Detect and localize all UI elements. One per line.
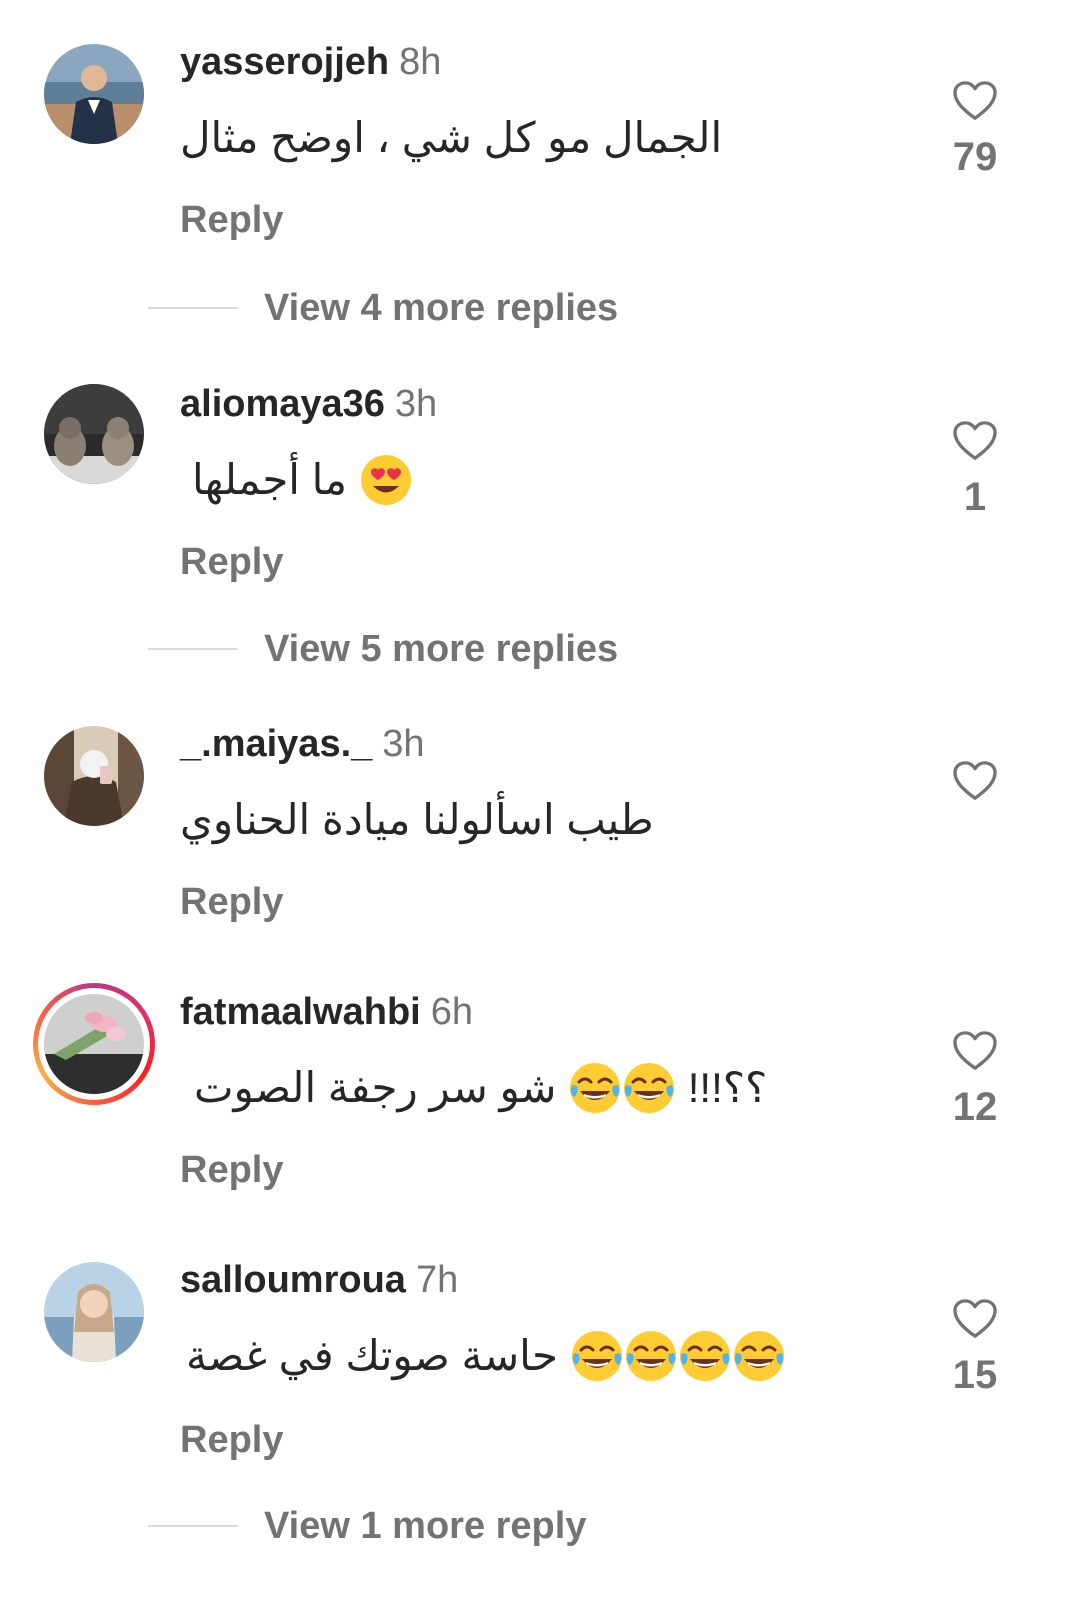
view-more-label: View 5 more replies bbox=[264, 627, 619, 670]
avatar[interactable] bbox=[44, 384, 144, 484]
tears-of-joy-emoji-icon bbox=[679, 1330, 730, 1381]
tears-of-joy-emoji-icon bbox=[624, 1062, 675, 1113]
avatar[interactable] bbox=[44, 726, 144, 826]
reply-button[interactable]: Reply bbox=[180, 1418, 283, 1462]
avatar[interactable] bbox=[44, 1262, 144, 1362]
reply-button[interactable]: Reply bbox=[180, 198, 283, 242]
timestamp: 6h bbox=[430, 991, 474, 1033]
comment-header: aliomaya36 3h bbox=[180, 382, 437, 426]
comment-text-content: شو سر رجفة الصوت bbox=[194, 1064, 557, 1111]
view-more-replies[interactable]: View 1 more reply bbox=[148, 1504, 586, 1548]
avatar-image bbox=[44, 994, 144, 1094]
avatar-image bbox=[44, 726, 144, 826]
comment-text: ؟؟!!! شو سر رجفة الصوت bbox=[180, 1060, 767, 1116]
timestamp: 3h bbox=[382, 723, 425, 765]
comment-header: yasserojjeh 8h bbox=[180, 40, 441, 84]
reply-button[interactable]: Reply bbox=[180, 540, 283, 584]
comment-header: fatmaalwahbi 6h bbox=[180, 990, 473, 1034]
comment-text-content: ما أجملها bbox=[192, 456, 347, 503]
username[interactable]: salloumroua bbox=[180, 1259, 406, 1301]
comment-header: _.maiyas._ 3h bbox=[180, 722, 425, 766]
avatar-image bbox=[44, 384, 144, 484]
reply-button[interactable]: Reply bbox=[180, 1148, 283, 1192]
username[interactable]: aliomaya36 bbox=[180, 383, 385, 425]
comment-header: salloumroua 7h bbox=[180, 1258, 458, 1302]
like-control: 1 bbox=[935, 420, 1015, 520]
timestamp: 7h bbox=[415, 1259, 459, 1301]
like-count: 12 bbox=[952, 1085, 998, 1129]
divider-line bbox=[148, 1525, 238, 1527]
heart-eyes-emoji-icon bbox=[360, 454, 411, 505]
username[interactable]: yasserojjeh bbox=[180, 41, 389, 83]
avatar[interactable] bbox=[44, 44, 144, 144]
username[interactable]: _.maiyas._ bbox=[180, 723, 372, 765]
comment-text: الجمال مو كل شي ، اوضح مثال bbox=[180, 110, 722, 166]
like-count: 79 bbox=[952, 135, 998, 179]
comment-text: ما أجملها bbox=[180, 452, 413, 508]
comment-text: حاسة صوتك في غصة bbox=[180, 1328, 786, 1384]
timestamp: 8h bbox=[399, 41, 442, 83]
comment-text-content: الجمال مو كل شي ، اوضح مثال bbox=[180, 114, 723, 161]
story-ring[interactable] bbox=[33, 983, 155, 1105]
like-control bbox=[935, 760, 1015, 814]
heart-icon[interactable] bbox=[952, 1030, 998, 1072]
comment-text-content: طيب اسألولنا ميادة الحناوي bbox=[180, 796, 654, 843]
view-more-replies[interactable]: View 4 more replies bbox=[148, 286, 618, 330]
comment-text-content: حاسة صوتك في غصة bbox=[186, 1332, 558, 1379]
like-control: 15 bbox=[935, 1298, 1015, 1398]
like-count: 1 bbox=[963, 475, 987, 519]
view-more-label: View 1 more reply bbox=[264, 1504, 587, 1547]
tears-of-joy-emoji-icon bbox=[733, 1330, 784, 1381]
username[interactable]: fatmaalwahbi bbox=[180, 991, 421, 1033]
tears-of-joy-emoji-icon bbox=[571, 1330, 622, 1381]
divider-line bbox=[148, 307, 238, 309]
tears-of-joy-emoji-icon bbox=[625, 1330, 676, 1381]
comment-text-tail: ؟؟!!! bbox=[687, 1064, 768, 1111]
avatar-image bbox=[44, 1262, 144, 1362]
heart-icon[interactable] bbox=[952, 760, 998, 802]
reply-button[interactable]: Reply bbox=[180, 880, 283, 924]
like-control: 79 bbox=[935, 80, 1015, 180]
timestamp: 3h bbox=[394, 383, 438, 425]
like-control: 12 bbox=[935, 1030, 1015, 1130]
avatar-image bbox=[44, 44, 144, 144]
divider-line bbox=[148, 648, 238, 650]
like-count: 15 bbox=[952, 1353, 998, 1397]
heart-icon[interactable] bbox=[952, 420, 998, 462]
avatar bbox=[44, 994, 144, 1094]
view-more-replies[interactable]: View 5 more replies bbox=[148, 627, 618, 671]
heart-icon[interactable] bbox=[952, 1298, 998, 1340]
tears-of-joy-emoji-icon bbox=[570, 1062, 621, 1113]
comment-text: طيب اسألولنا ميادة الحناوي bbox=[180, 792, 654, 848]
heart-icon[interactable] bbox=[952, 80, 998, 122]
view-more-label: View 4 more replies bbox=[264, 286, 619, 329]
